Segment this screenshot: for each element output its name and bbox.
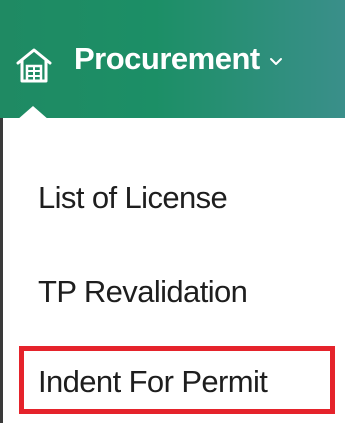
- procurement-menu-screenshot: Procurement List of License TP Revalidat…: [0, 0, 345, 423]
- chevron-down-icon: [269, 58, 282, 65]
- dropdown-left-border: [0, 118, 3, 423]
- menu-item-tp-revalidation[interactable]: TP Revalidation: [38, 274, 248, 310]
- top-nav-bar: Procurement: [0, 0, 345, 118]
- warehouse-icon: [16, 48, 52, 83]
- menu-item-list-of-license[interactable]: List of License: [38, 180, 228, 216]
- nav-label: Procurement: [74, 41, 260, 76]
- highlight-box: [19, 346, 335, 414]
- nav-item-procurement[interactable]: Procurement: [0, 0, 283, 118]
